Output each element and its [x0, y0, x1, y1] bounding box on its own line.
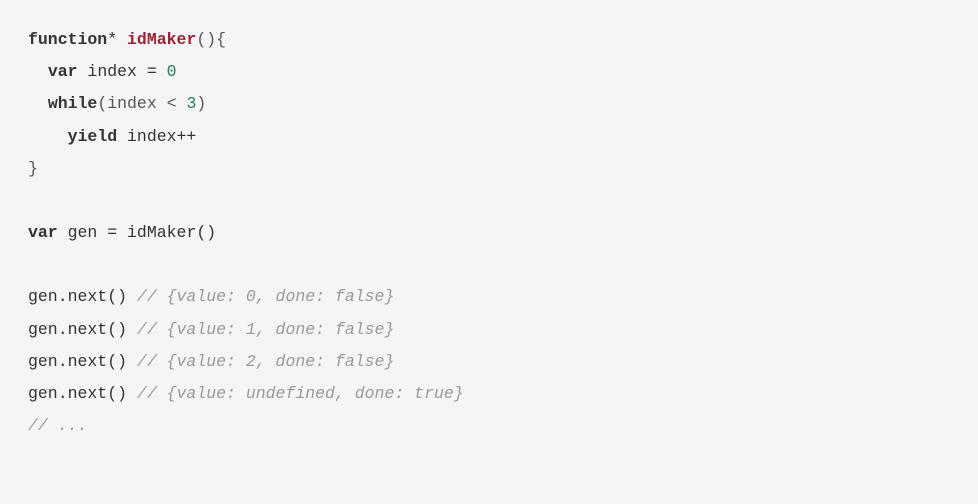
- keyword-yield: yield: [68, 127, 118, 146]
- parens: (){: [196, 30, 226, 49]
- parens: (index <: [97, 94, 186, 113]
- indent: [28, 62, 48, 81]
- comment: // {value: undefined, done: true}: [137, 384, 464, 403]
- code-text: gen.next(): [28, 320, 137, 339]
- keyword-var: var: [28, 223, 58, 242]
- code-text: gen.next(): [28, 352, 137, 371]
- code-text: gen.next(): [28, 287, 137, 306]
- code-line: yield index++: [28, 127, 196, 146]
- closing-brace: }: [28, 159, 38, 178]
- code-line: }: [28, 159, 38, 178]
- keyword-function: function: [28, 30, 107, 49]
- comment: // ...: [28, 416, 87, 435]
- number-literal: 0: [167, 62, 177, 81]
- code-text: index++: [117, 127, 196, 146]
- code-line: gen.next() // {value: 1, done: false}: [28, 320, 394, 339]
- code-line: while(index < 3): [28, 94, 206, 113]
- code-text: index =: [78, 62, 167, 81]
- number-literal: 3: [186, 94, 196, 113]
- star-operator: *: [107, 30, 127, 49]
- code-line: gen.next() // {value: 2, done: false}: [28, 352, 394, 371]
- indent: [28, 127, 68, 146]
- function-name: idMaker: [127, 30, 196, 49]
- code-line: gen.next() // {value: undefined, done: t…: [28, 384, 464, 403]
- code-text: gen.next(): [28, 384, 137, 403]
- code-line: // ...: [28, 416, 87, 435]
- keyword-var: var: [48, 62, 78, 81]
- indent: [28, 94, 48, 113]
- code-line: function* idMaker(){: [28, 30, 226, 49]
- parens: ): [196, 94, 206, 113]
- code-line: gen.next() // {value: 0, done: false}: [28, 287, 394, 306]
- code-text: gen = idMaker(): [58, 223, 216, 242]
- comment: // {value: 2, done: false}: [137, 352, 394, 371]
- code-line: var index = 0: [28, 62, 177, 81]
- code-block: function* idMaker(){ var index = 0 while…: [28, 24, 950, 442]
- comment: // {value: 1, done: false}: [137, 320, 394, 339]
- code-line: var gen = idMaker(): [28, 223, 216, 242]
- keyword-while: while: [48, 94, 98, 113]
- comment: // {value: 0, done: false}: [137, 287, 394, 306]
